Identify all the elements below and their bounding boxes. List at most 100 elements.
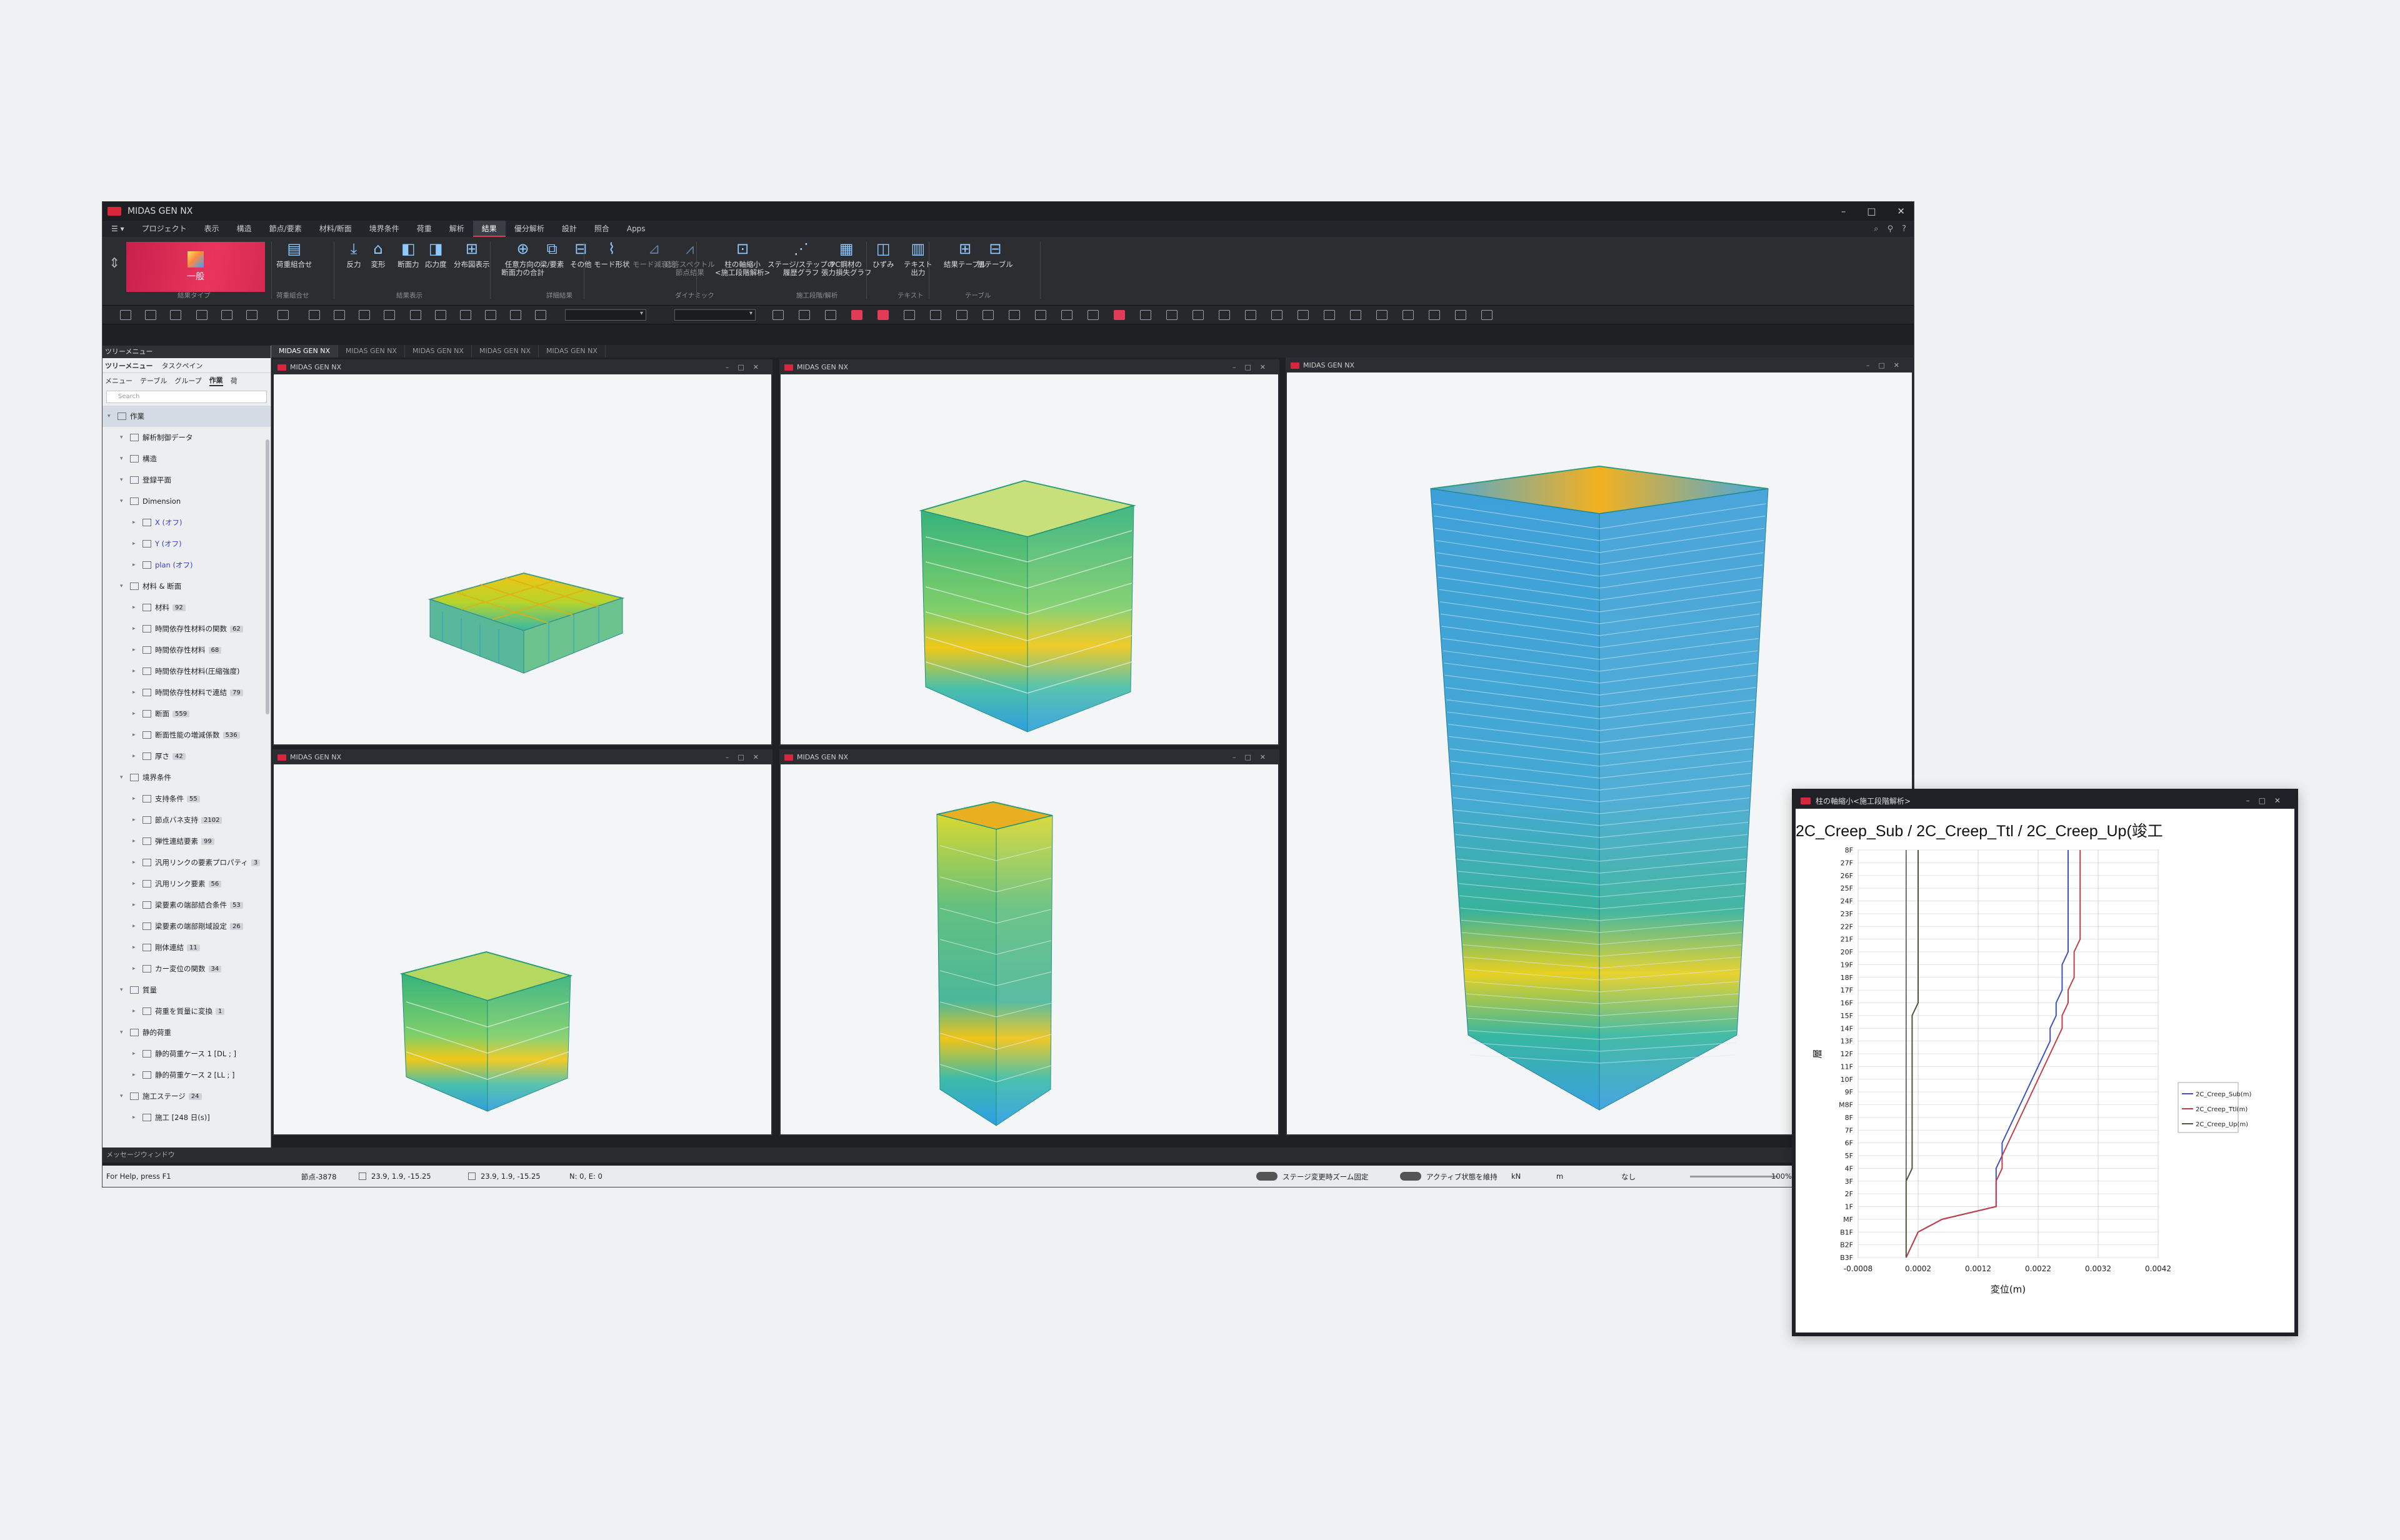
tree-item[interactable]: ▾ 質量 [102, 979, 271, 1001]
expand-icon[interactable]: ▸ [132, 1008, 139, 1014]
filter-select[interactable]: なし [1621, 1172, 1636, 1182]
toolbar-button[interactable] [278, 310, 289, 320]
viewport-3[interactable]: MIDAS GEN NX –□✕ [272, 749, 772, 1136]
tree-item[interactable]: ▸ カー変位の関数 34 [102, 958, 271, 979]
toolbar-button[interactable] [1061, 310, 1072, 320]
toolbar-button[interactable] [982, 310, 994, 320]
tree-item[interactable]: ▸ 静的荷重ケース 1 [DL ; ] [102, 1043, 271, 1064]
menu-item[interactable]: 設計 [553, 221, 586, 237]
tree-item[interactable]: ▸ X (オフ) [102, 512, 271, 533]
toolbar-button[interactable] [1455, 310, 1466, 320]
expand-icon[interactable]: ▸ [132, 519, 139, 526]
viewport-1[interactable]: MIDAS GEN NX –□✕ [272, 359, 772, 746]
toolbar-button[interactable] [120, 310, 131, 320]
tree-item[interactable]: ▸ 時間依存性材料で連結 79 [102, 682, 271, 703]
toolbar-button[interactable] [1271, 310, 1282, 320]
menu-item[interactable]: 構造 [228, 221, 261, 237]
tree-item[interactable]: ▸ 断面性能の増減係数 536 [102, 724, 271, 746]
expand-icon[interactable]: ▸ [132, 689, 139, 696]
toolbar-button[interactable] [799, 310, 810, 320]
toolbar-button[interactable] [851, 310, 862, 320]
tree-item[interactable]: ▸ 材料 92 [102, 597, 271, 618]
reaction-button[interactable]: ⤓ 反力 [343, 239, 364, 269]
expand-icon[interactable]: ▸ [132, 1051, 139, 1057]
toolbar-button[interactable] [1009, 310, 1020, 320]
expand-icon[interactable]: ▾ [120, 477, 126, 483]
expand-icon[interactable]: ▸ [132, 838, 139, 844]
strain-button[interactable]: ◫ ひずみ [872, 239, 894, 269]
expand-icon[interactable]: ▸ [132, 944, 139, 951]
toolbar-button[interactable] [535, 310, 546, 320]
other-button[interactable]: ⊟ その他 [570, 239, 592, 269]
expand-icon[interactable]: ▸ [132, 753, 139, 759]
toolbar-button[interactable] [334, 310, 345, 320]
expand-icon[interactable]: ▸ [132, 732, 139, 738]
toolbar-button[interactable] [956, 310, 968, 320]
section-force-button[interactable]: ◧ 断面力 [398, 239, 419, 269]
viewport-window-controls[interactable]: –□✕ [1866, 359, 1908, 372]
tree-item[interactable]: ▾ 静的荷重 [102, 1022, 271, 1043]
expand-icon[interactable]: ▾ [120, 774, 126, 781]
expand-icon[interactable]: ▸ [132, 902, 139, 908]
tree-item[interactable]: ▸ 荷重を質量に変換 1 [102, 1001, 271, 1022]
tree-item[interactable]: ▸ 時間依存性材料(圧縮強度) [102, 661, 271, 682]
tree-item[interactable]: ▸ 時間依存性材料 68 [102, 639, 271, 661]
expand-icon[interactable]: ▾ [120, 498, 126, 504]
zoom-slider[interactable] [1690, 1176, 1778, 1178]
tab-work[interactable]: 作業 [209, 375, 223, 386]
expand-icon[interactable]: ▸ [132, 1072, 139, 1078]
tree-item[interactable]: ▸ plan (オフ) [102, 554, 271, 576]
tree-item[interactable]: ▸ 弾性連結要素 99 [102, 831, 271, 852]
tree-item[interactable]: ▸ 汎用リンクの要素プロパティ 3 [102, 852, 271, 873]
tree-item[interactable]: ▾ 作業 [102, 406, 271, 427]
menu-item[interactable]: 材料/断面 [311, 221, 361, 237]
toolbar-button[interactable] [1376, 310, 1388, 320]
expand-icon[interactable]: ▸ [132, 711, 139, 717]
maximize-icon[interactable]: □ [1867, 206, 1876, 217]
document-tab[interactable]: MIDAS GEN NX [472, 345, 539, 358]
menu-item[interactable]: 境界条件 [361, 221, 408, 237]
model-view-podium[interactable] [274, 374, 771, 744]
deformation-button[interactable]: ⌂ 変形 [368, 239, 389, 269]
model-view-low[interactable] [274, 764, 771, 1134]
help-icon[interactable]: ? [1902, 224, 1906, 234]
tab-task-pane[interactable]: タスクペイン [162, 361, 203, 371]
toolbar-button[interactable] [930, 310, 941, 320]
expand-icon[interactable]: ▸ [132, 626, 139, 632]
toolbar-button[interactable] [1429, 310, 1440, 320]
toolbar-button[interactable] [1245, 310, 1256, 320]
expand-icon[interactable]: ▸ [132, 859, 139, 866]
story-table-button[interactable]: ⊟ 層テーブル [978, 239, 1013, 269]
toolbar-button[interactable] [825, 310, 836, 320]
expand-icon[interactable]: ▸ [132, 881, 139, 887]
tree-item[interactable]: ▾ 構造 [102, 448, 271, 469]
menu-item[interactable]: 荷重 [408, 221, 441, 237]
toolbar-button[interactable] [904, 310, 915, 320]
hamburger-icon[interactable]: ☰ ▾ [102, 221, 133, 237]
tree-item[interactable]: ▸ 梁要素の端部剛域設定 26 [102, 916, 271, 937]
ribbon-pin-icon[interactable]: ⇕ [109, 256, 120, 271]
menu-item[interactable]: 解析 [441, 221, 473, 237]
tab-tree-menu[interactable]: ツリーメニュー [105, 361, 153, 371]
minimize-icon[interactable]: – [1841, 206, 1846, 217]
tree-item[interactable]: ▸ 節点バネ支持 2102 [102, 809, 271, 831]
viewport-2[interactable]: MIDAS GEN NX –□✕ [779, 359, 1279, 746]
tab-table[interactable]: テーブル [140, 376, 167, 386]
model-view-mid[interactable] [781, 374, 1278, 744]
expand-icon[interactable]: ▸ [132, 817, 139, 823]
toolbar-button[interactable] [510, 310, 521, 320]
search-input[interactable]: Search [106, 391, 267, 403]
pin-icon[interactable]: ⚲ [1888, 224, 1894, 234]
toolbar-button[interactable] [170, 310, 181, 320]
scrollbar[interactable] [266, 439, 269, 714]
tree-item[interactable]: ▸ 剛体連結 11 [102, 937, 271, 958]
toolbar-button[interactable] [1140, 310, 1151, 320]
tab-group[interactable]: グループ [174, 376, 201, 386]
stress-button[interactable]: ◨ 応力度 [425, 239, 447, 269]
toolbar-button[interactable] [359, 310, 370, 320]
force-unit-select[interactable]: kN [1511, 1172, 1521, 1181]
keep-active-toggle[interactable] [1400, 1172, 1421, 1181]
load-combination-button[interactable]: ▤ 荷重組合せ [276, 239, 312, 269]
expand-icon[interactable]: ▸ [132, 1114, 139, 1121]
tree-item[interactable]: ▸ 汎用リンク要素 56 [102, 873, 271, 894]
